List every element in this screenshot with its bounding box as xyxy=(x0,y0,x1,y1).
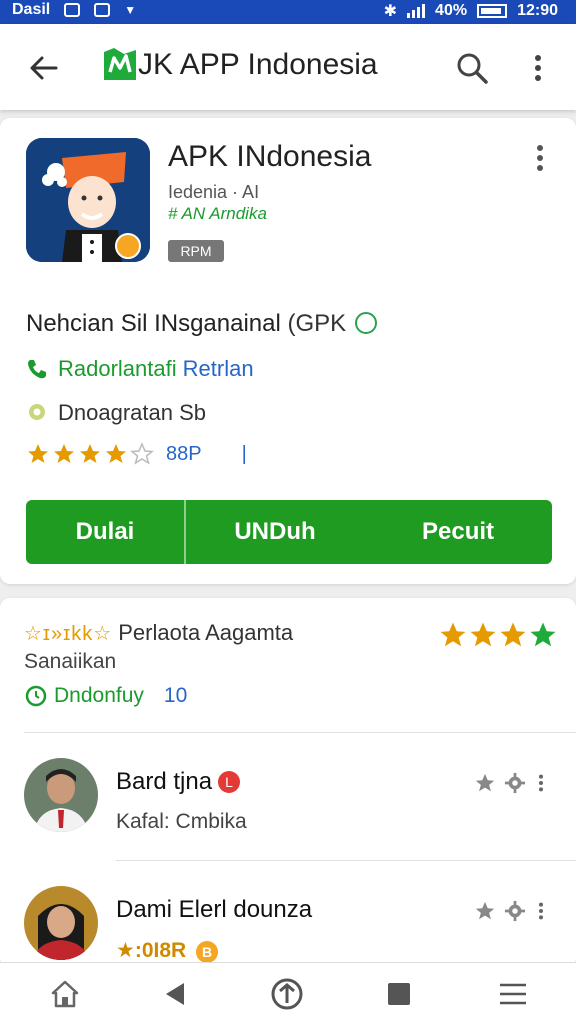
contact-link[interactable]: Retrlan xyxy=(183,356,254,382)
description-text: Nehcian Sil INsganainal xyxy=(26,310,281,337)
star-filled-icon xyxy=(54,444,74,463)
avatar[interactable] xyxy=(24,758,98,832)
star-filled-icon xyxy=(470,622,496,647)
battery-icon xyxy=(477,4,508,18)
location-label: Dnoagratan Sb xyxy=(58,400,206,425)
compass-icon[interactable] xyxy=(270,977,304,1011)
purchase-button[interactable]: Pecuit xyxy=(364,500,552,564)
clock-icon xyxy=(25,685,47,707)
star-outline-icon[interactable] xyxy=(474,772,496,794)
phone-icon xyxy=(28,360,46,379)
rating-count: 88P xyxy=(166,442,202,465)
review-subtext-value: ★:0I8R xyxy=(116,939,187,962)
gallery-notification-icon xyxy=(94,3,111,17)
version-text: (GPK xyxy=(287,310,347,337)
reviewer-name-text: Bard tjna xyxy=(116,768,213,795)
reviewer-badge: L xyxy=(218,771,241,793)
reviews-header: ☆ɪ»ɪkk☆ Perlaota Aagamta xyxy=(24,620,293,646)
star-filled-icon xyxy=(28,444,48,463)
app-info-card: APK INdonesia Iedenia · AI # AN Arndika … xyxy=(0,118,576,584)
app-developer[interactable]: Iedenia · AI xyxy=(168,182,259,203)
home-icon[interactable] xyxy=(48,977,82,1011)
clock: 12:90 xyxy=(517,2,558,19)
review-subtext: Kafal: Cmbika xyxy=(116,810,247,833)
update-count: 10 xyxy=(163,684,188,707)
star-filled-icon xyxy=(500,622,526,647)
header-stars-text: ☆ɪ»ɪkk☆ xyxy=(24,622,113,645)
download-arrow-icon: ▼ xyxy=(124,3,137,17)
reviewer-badge: B xyxy=(196,941,219,963)
avatar[interactable] xyxy=(24,886,98,960)
gear-icon[interactable] xyxy=(504,900,526,922)
verified-icon xyxy=(354,311,377,334)
location-row: Dnoagratan Sb xyxy=(26,400,206,426)
search-icon[interactable] xyxy=(452,48,492,88)
star-filled-icon xyxy=(440,622,466,647)
rating-separator: | xyxy=(241,442,247,465)
review-actions xyxy=(474,772,548,794)
reviewer-name: Bard tjna L xyxy=(116,768,241,796)
review-item[interactable]: Bard tjna L Kafal: Cmbika xyxy=(0,758,576,868)
back-nav-icon[interactable] xyxy=(158,977,192,1011)
status-bar: Dasil ▼ ✱ 40% 12:90 xyxy=(0,0,576,24)
recent-apps-icon[interactable] xyxy=(382,977,416,1011)
notification-icon xyxy=(64,3,81,17)
rating-row: 88P | xyxy=(26,442,247,466)
star-filled-icon xyxy=(80,444,100,463)
contact-row[interactable]: Radorlantafi Retrlan xyxy=(26,356,254,382)
more-vert-icon[interactable] xyxy=(534,772,548,794)
card-more-icon[interactable] xyxy=(524,142,556,174)
reviews-subtitle: Sanaiikan xyxy=(24,650,117,673)
rating-stars xyxy=(26,442,154,466)
reviewer-name-text: Dami Elerl dounza xyxy=(116,896,313,923)
more-vert-icon[interactable] xyxy=(534,900,548,922)
app-bar: JK APP Indonesia xyxy=(0,24,576,110)
location-icon xyxy=(29,404,45,420)
reviews-card: ☆ɪ»ɪkk☆ Perlaota Aagamta Sanaiikan Dndon… xyxy=(0,598,576,968)
menu-icon[interactable] xyxy=(496,977,530,1011)
update-row[interactable]: Dndonfuy 10 xyxy=(24,684,187,708)
divider xyxy=(24,732,576,733)
action-button-bar: Dulai UNDuh Pecuit xyxy=(26,500,552,564)
detail-button[interactable]: Dulai xyxy=(26,500,186,564)
review-subtext: ★:0I8R B xyxy=(116,938,219,963)
carrier-label: Dasil xyxy=(12,1,51,18)
divider xyxy=(116,860,576,861)
more-vert-icon[interactable] xyxy=(522,48,554,88)
star-filled-icon xyxy=(106,444,126,463)
star-filled-icon xyxy=(530,622,556,647)
signal-icon xyxy=(407,4,426,18)
review-actions xyxy=(474,900,548,922)
star-empty-icon xyxy=(130,442,154,465)
battery-text: 40% xyxy=(435,2,468,19)
reviews-title: Perlaota Aagamta xyxy=(118,620,294,645)
star-outline-icon[interactable] xyxy=(474,900,496,922)
contact-label: Radorlantafi xyxy=(58,356,177,381)
bottom-nav-bar xyxy=(0,962,576,1024)
app-name: APK INdonesia xyxy=(168,140,372,173)
update-label: Dndonfuy xyxy=(54,684,144,707)
overall-rating-stars xyxy=(438,620,558,650)
reviewer-name: Dami Elerl dounza xyxy=(116,896,312,924)
app-description: Nehcian Sil INsganainal (GPK xyxy=(26,310,377,338)
app-category[interactable]: # AN Arndika xyxy=(168,204,267,224)
bluetooth-icon: ✱ xyxy=(383,3,398,20)
app-icon[interactable] xyxy=(26,138,150,262)
app-bar-title: JK APP Indonesia xyxy=(138,48,378,81)
download-button[interactable]: UNDuh xyxy=(186,500,364,564)
back-arrow-icon[interactable] xyxy=(24,48,64,88)
app-badge: RPM xyxy=(168,240,224,262)
app-logo-icon xyxy=(104,48,136,80)
gear-icon[interactable] xyxy=(504,772,526,794)
